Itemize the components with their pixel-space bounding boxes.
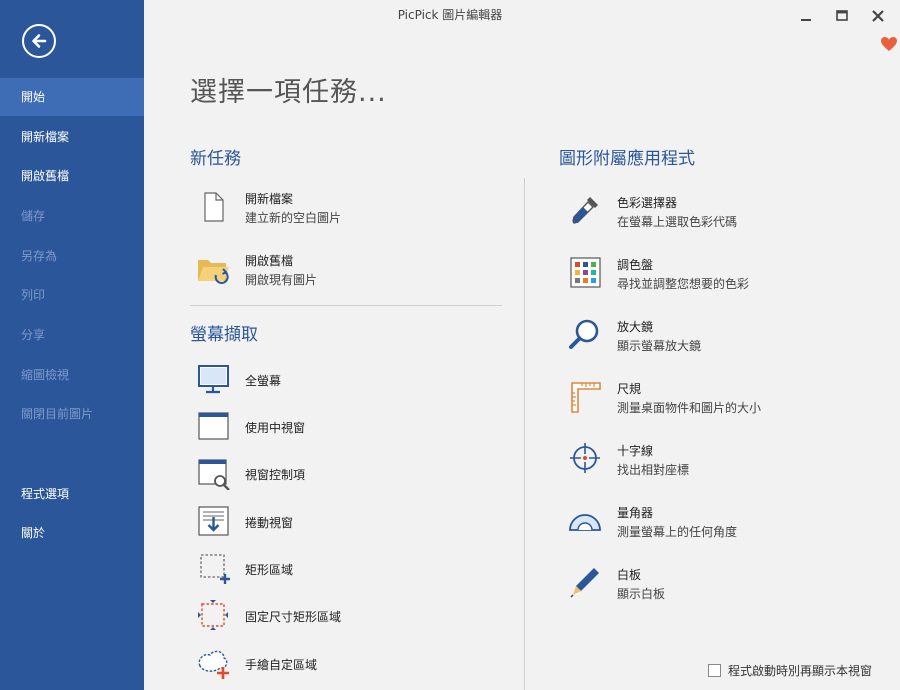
tool-label: 放大鏡 xyxy=(617,320,654,334)
capture-freehand-region[interactable]: 手繪自定區域 xyxy=(196,646,496,680)
blank-document-icon xyxy=(204,192,224,222)
minimize-button[interactable] xyxy=(796,6,816,26)
sidebar-item-share: 分享 xyxy=(21,328,46,342)
section-divider xyxy=(190,305,502,306)
sidebar-item-about[interactable]: 關於 xyxy=(0,514,144,552)
sidebar-item-save-as: 另存為 xyxy=(21,249,58,263)
heart-icon xyxy=(881,37,897,51)
donate-button[interactable] xyxy=(880,36,898,56)
fixed-region-icon xyxy=(198,600,228,630)
magnifier-icon xyxy=(569,319,599,349)
scrolling-window-icon xyxy=(198,506,229,536)
tool-protractor[interactable]: 量角器 測量螢幕上的任何角度 xyxy=(568,503,868,543)
sidebar-item-close-image: 關閉目前圖片 xyxy=(21,407,94,421)
task-label: 全螢幕 xyxy=(245,374,282,388)
capture-scrolling-window[interactable]: 捲動視窗 xyxy=(196,504,496,538)
window-control-icon xyxy=(198,459,230,490)
tool-label: 十字線 xyxy=(617,444,654,458)
close-button[interactable] xyxy=(868,6,888,26)
tool-label: 調色盤 xyxy=(617,258,654,272)
section-title-capture: 螢幕擷取 xyxy=(190,325,258,345)
tool-label: 量角器 xyxy=(617,506,654,520)
tool-magnifier[interactable]: 放大鏡 顯示螢幕放大鏡 xyxy=(568,317,868,357)
task-description: 建立新的空白圖片 xyxy=(245,211,342,225)
active-window-icon xyxy=(198,412,229,440)
checkbox-label: 程式啟動時別再顯示本視窗 xyxy=(728,664,873,678)
task-label: 捲動視窗 xyxy=(245,516,294,530)
tool-description: 測量桌面物件和圖片的大小 xyxy=(617,401,762,415)
task-new-file[interactable]: 開新檔案 建立新的空白圖片 xyxy=(196,190,496,230)
tool-description: 顯示螢幕放大鏡 xyxy=(617,339,702,353)
close-icon xyxy=(872,10,884,22)
capture-rectangle-region[interactable]: 矩形區域 xyxy=(196,551,496,585)
capture-window-control[interactable]: 視窗控制項 xyxy=(196,456,496,490)
eyedropper-icon xyxy=(572,197,598,224)
maximize-icon xyxy=(836,10,848,21)
sidebar-item-new-file[interactable]: 開新檔案 xyxy=(0,118,144,156)
tool-crosshair[interactable]: 十字線 找出相對座標 xyxy=(568,441,868,481)
tool-color-palette[interactable]: 調色盤 尋找並調整您想要的色彩 xyxy=(568,255,868,295)
monitor-icon xyxy=(198,365,229,394)
tool-description: 測量螢幕上的任何角度 xyxy=(617,525,738,539)
maximize-button[interactable] xyxy=(832,6,852,26)
sidebar-item-options[interactable]: 程式選項 xyxy=(0,475,144,513)
crosshair-icon xyxy=(570,443,600,473)
back-button[interactable] xyxy=(22,24,56,58)
tool-color-picker[interactable]: 色彩選擇器 在螢幕上選取色彩代碼 xyxy=(568,193,868,233)
task-description: 開啟現有圖片 xyxy=(245,273,318,287)
sidebar-item-open-file[interactable]: 開啟舊檔 xyxy=(0,157,144,195)
sidebar-item-start[interactable]: 開始 xyxy=(0,78,144,116)
sidebar: 開始 開新檔案 開啟舊檔 儲存 另存為 列印 分享 縮圖檢視 關閉目前圖片 程式… xyxy=(0,0,144,690)
section-title-new-task: 新任務 xyxy=(190,149,241,169)
task-label: 開新檔案 xyxy=(245,192,294,206)
capture-fullscreen[interactable]: 全螢幕 xyxy=(196,362,496,396)
back-arrow-icon xyxy=(32,34,47,48)
tool-label: 白板 xyxy=(617,568,642,582)
task-label: 使用中視窗 xyxy=(245,421,306,435)
sidebar-item-save: 儲存 xyxy=(21,209,46,223)
protractor-icon xyxy=(569,514,601,531)
task-label: 固定尺寸矩形區域 xyxy=(245,610,342,624)
section-title-accessories: 圖形附屬應用程式 xyxy=(559,149,695,169)
color-palette-icon xyxy=(570,257,601,288)
task-label: 手繪自定區域 xyxy=(245,658,318,672)
sidebar-item-print: 列印 xyxy=(21,288,46,302)
column-divider xyxy=(524,178,525,690)
freehand-region-icon xyxy=(198,650,229,679)
checkbox-box[interactable] xyxy=(708,664,721,677)
task-label: 視窗控制項 xyxy=(245,468,306,482)
task-label: 矩形區域 xyxy=(245,563,294,577)
tool-description: 尋找並調整您想要的色彩 xyxy=(617,277,750,291)
task-label: 開啟舊檔 xyxy=(245,254,294,268)
page-title: 選擇一項任務... xyxy=(190,77,387,108)
ruler-icon xyxy=(571,382,601,413)
task-open-file[interactable]: 開啟舊檔 開啟現有圖片 xyxy=(196,252,496,292)
tool-whiteboard[interactable]: 白板 顯示白板 xyxy=(568,565,868,605)
minimize-icon xyxy=(801,19,811,21)
tool-description: 在螢幕上選取色彩代碼 xyxy=(617,215,738,229)
window-title: PicPick 圖片編輯器 xyxy=(397,8,503,22)
tool-description: 顯示白板 xyxy=(617,587,666,601)
tool-label: 尺規 xyxy=(617,382,642,396)
sidebar-item-thumbnail-view: 縮圖檢視 xyxy=(21,368,70,382)
tool-label: 色彩選擇器 xyxy=(617,196,678,210)
capture-active-window[interactable]: 使用中視窗 xyxy=(196,409,496,443)
whiteboard-pen-icon xyxy=(570,568,599,598)
open-folder-icon xyxy=(198,260,229,284)
rectangle-region-icon xyxy=(200,554,230,584)
tool-description: 找出相對座標 xyxy=(617,463,690,477)
capture-fixed-region[interactable]: 固定尺寸矩形區域 xyxy=(196,598,496,632)
tool-ruler[interactable]: 尺規 測量桌面物件和圖片的大小 xyxy=(568,379,868,419)
